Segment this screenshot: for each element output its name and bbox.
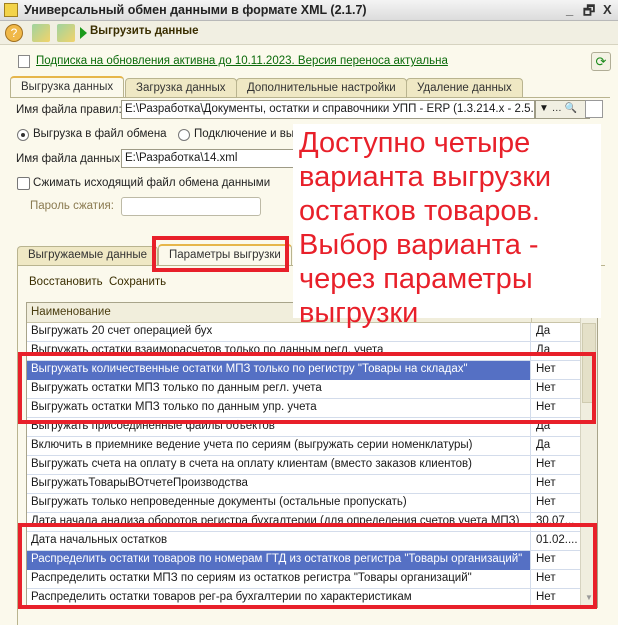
tab-divider <box>10 97 610 98</box>
refresh-icon[interactable]: ⟳ <box>591 52 611 71</box>
document-check-icon <box>18 55 30 68</box>
radio-export-to-file[interactable] <box>17 129 29 141</box>
compress-checkbox[interactable] <box>17 177 30 190</box>
tab-import[interactable]: Загрузка данных <box>125 78 237 97</box>
highlight-box-group-2 <box>18 523 597 609</box>
rules-file-label: Имя файла правил: <box>16 104 122 116</box>
title-bar: Универсальный обмен данными в формате XM… <box>0 0 618 21</box>
search-icon[interactable]: 🔍 <box>564 103 576 114</box>
row-name[interactable]: Выгружать счета на оплату в счета на опл… <box>27 456 531 475</box>
annotation-line: через параметры <box>299 263 533 295</box>
password-input[interactable] <box>121 197 261 216</box>
tab-delete[interactable]: Удаление данных <box>406 78 523 97</box>
table-row[interactable]: ВыгружатьТоварыВОтчетеПроизводства Нет <box>27 475 581 494</box>
radio-export-to-file-label[interactable]: Выгрузка в файл обмена <box>33 128 167 140</box>
export-data-button[interactable]: Выгрузить данные <box>90 25 199 37</box>
window-title: Универсальный обмен данными в формате XM… <box>24 3 367 17</box>
tab-export[interactable]: Выгрузка данных <box>10 76 125 98</box>
row-value[interactable]: Нет <box>532 475 581 494</box>
row-name[interactable]: ВыгружатьТоварыВОтчетеПроизводства <box>27 475 531 494</box>
annotation-line: варианта выгрузки <box>299 161 552 193</box>
table-row[interactable]: Включить в приемнике ведение учета по се… <box>27 437 581 456</box>
rules-file-input[interactable]: E:\Разработка\Документы, остатки и справ… <box>121 100 535 119</box>
dropdown-icon[interactable]: ▼ <box>539 103 549 114</box>
highlight-box-parameters-tab <box>152 236 289 272</box>
rules-file-buttons[interactable]: ▼ … 🔍 <box>535 100 590 119</box>
highlight-box-group-1 <box>18 352 596 424</box>
annotation-line: Доступно четыре <box>299 127 531 159</box>
row-name[interactable]: Выгружать только непроведенные документы… <box>27 494 531 513</box>
load-settings-icon[interactable] <box>32 24 50 42</box>
row-value[interactable]: Да <box>532 437 581 456</box>
app-icon <box>4 3 18 17</box>
table-row[interactable]: Выгружать только непроведенные документы… <box>27 494 581 513</box>
table-row[interactable]: Выгружать счета на оплату в счета на опл… <box>27 456 581 475</box>
subscription-link[interactable]: Подписка на обновления активна до 10.11.… <box>36 55 448 67</box>
help-icon[interactable]: ? <box>5 24 23 42</box>
open-rules-icon[interactable] <box>585 100 603 118</box>
data-file-input[interactable]: E:\Разработка\14.xml <box>121 149 301 168</box>
save-button[interactable]: Сохранить <box>109 276 166 288</box>
tab-additional-settings[interactable]: Дополнительные настройки <box>236 78 407 97</box>
restore-button[interactable]: Восстановить <box>29 276 103 288</box>
data-file-label: Имя файла данных: <box>16 153 124 165</box>
subtab-exported-data[interactable]: Выгружаемые данные <box>17 246 158 265</box>
row-name[interactable]: Включить в приемнике ведение учета по се… <box>27 437 531 456</box>
row-value[interactable]: Нет <box>532 456 581 475</box>
ellipsis-icon[interactable]: … <box>552 103 562 114</box>
row-value[interactable]: Нет <box>532 494 581 513</box>
save-settings-icon[interactable] <box>57 24 75 42</box>
annotation-line: Выбор варианта - <box>299 229 539 261</box>
close-button[interactable]: X <box>603 2 612 17</box>
minimize-button[interactable]: _ <box>566 2 573 17</box>
radio-connect-and-export[interactable] <box>178 129 190 141</box>
annotation-line: остатков товаров. <box>299 195 540 227</box>
annotation-callout: Доступно четыре варианта выгрузки остатк… <box>293 124 601 329</box>
play-icon <box>80 27 87 39</box>
toolbar: ? Выгрузить данные <box>0 21 618 45</box>
compress-label[interactable]: Сжимать исходящий файл обмена данными <box>33 177 270 189</box>
password-label: Пароль сжатия: <box>30 200 114 212</box>
annotation-line: выгрузки <box>299 297 419 329</box>
